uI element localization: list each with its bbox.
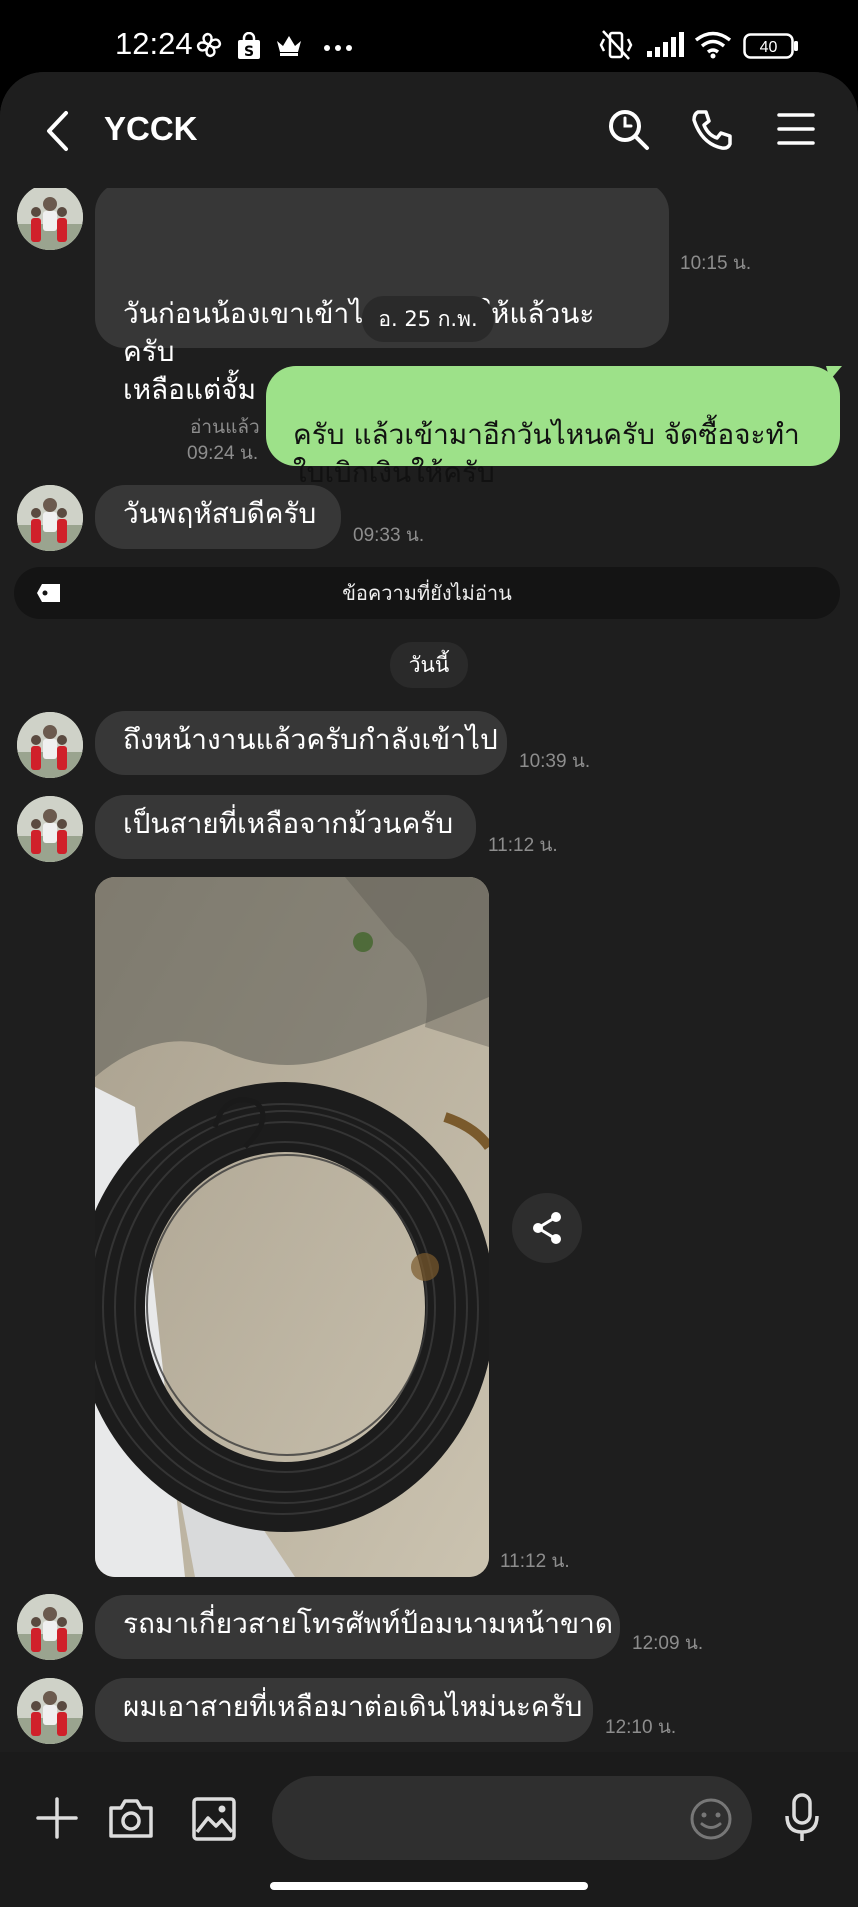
wifi-icon <box>694 31 732 59</box>
outgoing-message-bubble[interactable]: ครับ แล้วเข้ามาอีกวันไหนครับ จัดซื้อจะทำ… <box>266 366 840 489</box>
more-dots-icon <box>324 45 352 51</box>
avatar[interactable] <box>17 796 83 862</box>
message-text: เป็นสายที่เหลือจากม้วนครับ <box>123 807 454 840</box>
microphone-icon[interactable] <box>782 1792 822 1844</box>
date-separator: วันนี้ <box>390 642 468 688</box>
date-separator: อ. 25 ก.พ. <box>362 296 494 342</box>
shopping-bag-icon: S <box>238 32 260 60</box>
input-bar <box>0 1752 858 1907</box>
message-bubble[interactable]: เป็นสายที่เหลือจากม้วนครับ <box>95 795 476 859</box>
avatar[interactable] <box>17 1594 83 1660</box>
message-time: 10:39 น. <box>519 751 591 772</box>
unread-divider: ข้อความที่ยังไม่อ่าน <box>14 567 840 619</box>
chat-screen: วันก่อนน้องเขาเข้าไปเดินสายให้แล้วนะครับ… <box>0 72 858 1907</box>
crown-icon <box>277 36 301 56</box>
home-indicator[interactable] <box>270 1882 588 1890</box>
message-text: ครับ แล้วเข้ามาอีกวันไหนครับ จัดซื้อจะทำ… <box>293 418 800 489</box>
message-bubble[interactable]: วันพฤหัสบดีครับ <box>95 485 341 549</box>
plus-icon[interactable] <box>36 1797 78 1839</box>
chat-messages[interactable]: วันก่อนน้องเขาเข้าไปเดินสายให้แล้วนะครับ… <box>0 72 858 1752</box>
image-icon[interactable] <box>191 1796 237 1842</box>
message-time: 11:12 น. <box>488 835 558 856</box>
message-text: รถมาเกี่ยวสายโทรศัพท์ป้อมนามหน้าขาด <box>123 1607 613 1640</box>
search-icon[interactable] <box>607 108 651 152</box>
message-bubble[interactable]: ผมเอาสายที่เหลือมาต่อเดินไหม่นะครับ <box>95 1678 593 1742</box>
avatar[interactable] <box>17 184 83 250</box>
message-text: วันพฤหัสบดีครับ <box>123 497 317 530</box>
status-bar: 12:24 S 40 <box>0 0 858 72</box>
date-label: วันนี้ <box>408 653 450 677</box>
message-bubble[interactable]: รถมาเกี่ยวสายโทรศัพท์ป้อมนามหน้าขาด <box>95 1595 620 1659</box>
share-icon <box>533 1212 561 1244</box>
photo-message[interactable] <box>95 877 489 1577</box>
menu-icon[interactable] <box>777 112 815 146</box>
message-bubble[interactable]: ถึงหน้างานแล้วครับกำลังเข้าไป <box>95 711 507 775</box>
cable-coil-photo <box>95 877 489 1577</box>
back-icon[interactable] <box>44 110 70 152</box>
svg-text:S: S <box>244 44 254 60</box>
message-time: 12:10 น. <box>605 1717 677 1738</box>
message-time: 12:09 น. <box>632 1633 704 1654</box>
pinwheel-icon <box>196 32 222 58</box>
message-time: 10:15 น. <box>680 253 752 274</box>
share-button[interactable] <box>512 1193 582 1263</box>
avatar[interactable] <box>17 485 83 551</box>
avatar[interactable] <box>17 1678 83 1744</box>
message-time: 09:33 น. <box>353 525 425 546</box>
camera-icon[interactable] <box>107 1796 155 1840</box>
signal-icon <box>647 32 684 57</box>
bubble-tail <box>826 366 842 380</box>
mute-icon <box>599 30 633 60</box>
message-time: 11:12 น. <box>500 1551 570 1572</box>
message-input[interactable] <box>272 1776 752 1860</box>
battery-icon: 40 <box>743 33 798 59</box>
chat-header: YCCK <box>0 72 858 188</box>
phone-icon[interactable] <box>690 108 734 152</box>
message-time: 09:24 น. <box>187 443 259 464</box>
avatar[interactable] <box>17 712 83 778</box>
chat-title: YCCK <box>104 110 198 147</box>
message-text: ผมเอาสายที่เหลือมาต่อเดินไหม่นะครับ <box>123 1690 583 1723</box>
battery-level: 40 <box>760 39 778 56</box>
status-time: 12:24 <box>115 26 193 61</box>
message-text: ถึงหน้างานแล้วครับกำลังเข้าไป <box>123 723 498 756</box>
unread-label: ข้อความที่ยังไม่อ่าน <box>342 581 512 605</box>
emoji-icon[interactable] <box>689 1797 733 1841</box>
date-label: อ. 25 ก.พ. <box>378 307 478 331</box>
